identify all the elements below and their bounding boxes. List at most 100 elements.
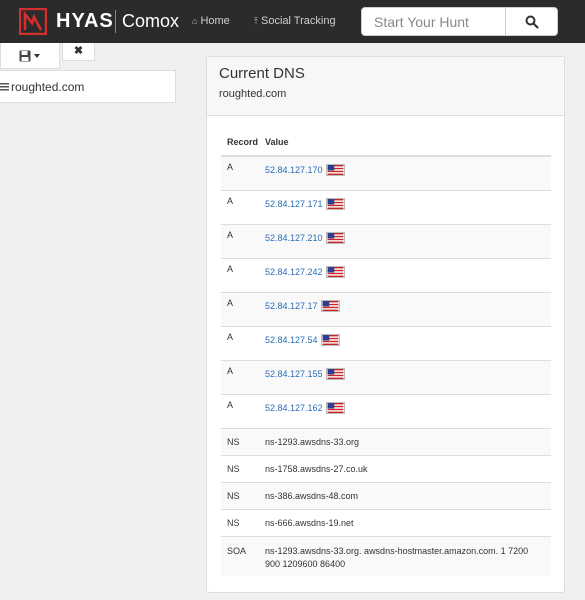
record-type-cell: A [221,291,265,326]
soa-value: ns-1293.awsdns-33.org. awsdns-hostmaster… [265,545,529,569]
column-header-value: Value [265,129,551,157]
search-button[interactable] [506,7,558,36]
table-row: NS ns-1758.awsdns-27.co.uk [221,454,551,482]
record-type: A [227,162,234,172]
record-type: A [227,399,234,410]
domain-list: roughted.com [0,70,176,103]
record-type: A [227,195,234,206]
record-type: NS [227,463,240,474]
nav-link-social-tracking-label: Social Tracking [260,15,336,27]
record-type-cell: NS [221,481,265,509]
pin-icon: ⤒ [254,16,258,26]
record-type-cell: SOA [221,535,265,576]
record-type-cell: A [221,155,265,190]
record-type: NS [227,517,240,528]
record-value-cell: 52.84.127.17 [265,291,551,326]
search-input[interactable] [361,7,506,36]
record-type-cell: NS [221,427,265,455]
table-row: A 52.84.127.17 [221,291,551,326]
record-type: SOA [227,545,247,556]
nav-link-home-label: Home [200,15,230,27]
ip-link[interactable]: 52.84.127.162 [265,403,323,413]
record-value-cell: 52.84.127.170 [265,155,551,190]
column-header-record: Record [221,129,265,157]
record-type-cell: A [221,325,265,360]
table-row: NS ns-386.awsdns-48.com [221,481,551,509]
floppy-disk-icon [19,50,31,62]
table-row: NS ns-666.awsdns-19.net [221,508,551,536]
ip-link[interactable]: 52.84.127.170 [265,165,323,175]
nav-link-home[interactable]: ⌂ Home [192,15,230,28]
us-flag-icon [325,197,345,210]
product-name[interactable]: Comox [122,10,179,32]
chevron-down-icon [34,54,40,58]
record-type-cell: A [221,359,265,394]
ip-link[interactable]: 52.84.127.155 [265,369,323,379]
table-row: A 52.84.127.170 [221,155,551,190]
hyas-logo-icon[interactable] [19,8,47,35]
search-icon [525,15,539,29]
record-type: NS [227,490,240,501]
record-value-cell: ns-1293.awsdns-33.org. awsdns-hostmaster… [265,535,551,576]
record-type-cell: A [221,223,265,258]
panel-title: Current DNS [219,65,305,82]
us-flag-icon [325,265,345,278]
domain-list-item[interactable]: roughted.com [0,80,84,94]
ip-link[interactable]: 52.84.127.242 [265,267,323,277]
us-flag-icon [320,333,340,346]
record-type-cell: NS [221,508,265,536]
ip-link[interactable]: 52.84.127.210 [265,233,323,243]
record-value-cell: 52.84.127.54 [265,325,551,360]
table-row: SOA ns-1293.awsdns-33.org. awsdns-hostma… [221,535,551,576]
top-navbar: HYAS Comox ⌂ Home ⤒ Social Tracking [0,0,585,43]
brand-name[interactable]: HYAS [56,9,114,33]
table-header-row: Record Value [221,129,551,157]
record-type: A [227,331,234,342]
table-row: A 52.84.127.242 [221,257,551,292]
record-value-cell: 52.84.127.155 [265,359,551,394]
ip-link[interactable]: 52.84.127.17 [265,301,318,311]
table-row: A 52.84.127.162 [221,393,551,428]
record-type: A [227,263,234,274]
us-flag-icon [325,401,345,414]
close-button[interactable]: ✖ [62,43,95,61]
table-row: A 52.84.127.210 [221,223,551,258]
record-type-cell: NS [221,454,265,482]
record-value-cell: ns-1758.awsdns-27.co.uk [265,454,551,482]
ip-link[interactable]: 52.84.127.54 [265,335,318,345]
record-type: NS [227,436,240,447]
nav-link-social-tracking[interactable]: ⤒ Social Tracking [254,15,336,28]
ns-value: ns-1293.awsdns-33.org [265,436,360,447]
panel-domain: roughted.com [219,88,287,100]
table-row: A 52.84.127.171 [221,189,551,224]
table-row: A 52.84.127.155 [221,359,551,394]
record-type: A [227,229,234,240]
record-value-cell: 52.84.127.242 [265,257,551,292]
domain-list-item-label: roughted.com [11,80,85,94]
ns-value: ns-386.awsdns-48.com [265,490,359,501]
record-type-cell: A [221,257,265,292]
ip-link[interactable]: 52.84.127.171 [265,199,323,209]
record-type: A [227,297,234,308]
record-value-cell: ns-666.awsdns-19.net [265,508,551,536]
dns-records-table: Record Value A 52.84.127.170 A 52.84.127… [221,129,551,576]
record-type-cell: A [221,189,265,224]
record-type: A [227,365,234,376]
ns-value: ns-666.awsdns-19.net [265,517,354,528]
table-row: A 52.84.127.54 [221,325,551,360]
table-row: NS ns-1293.awsdns-33.org [221,427,551,455]
record-value-cell: ns-386.awsdns-48.com [265,481,551,509]
record-value-cell: 52.84.127.210 [265,223,551,258]
record-value-cell: 52.84.127.162 [265,393,551,428]
close-icon: ✖ [73,45,84,57]
list-icon [0,83,9,91]
us-flag-icon [325,164,345,176]
us-flag-icon [325,231,345,244]
record-type-cell: A [221,393,265,428]
record-value-cell: 52.84.127.171 [265,189,551,224]
brand-divider [115,10,116,33]
current-dns-panel: Current DNS roughted.com Record Value A … [206,56,565,593]
record-value-cell: ns-1293.awsdns-33.org [265,427,551,455]
panel-heading: Current DNS roughted.com [207,57,564,116]
save-dropdown-button[interactable] [0,43,60,69]
